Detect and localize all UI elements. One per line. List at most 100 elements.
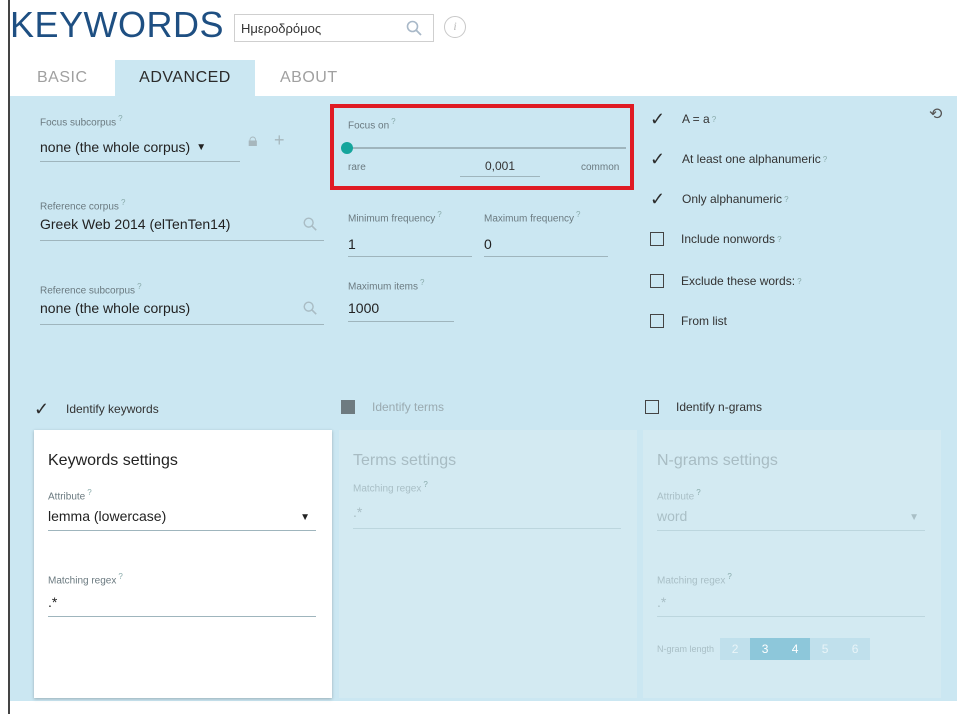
help-mark: ? <box>727 572 732 581</box>
focus-subcorpus-select[interactable]: none (the whole corpus) ▼ <box>40 134 206 160</box>
identify-terms: Identify terms <box>341 400 444 414</box>
help-mark[interactable]: ? <box>777 235 781 244</box>
help-mark[interactable]: ? <box>712 115 716 124</box>
regex-label: Matching regex <box>353 483 422 495</box>
option-label: From list <box>681 314 727 328</box>
identify-terms-label: Identify terms <box>372 400 445 414</box>
checkmark-icon[interactable]: ✓ <box>650 150 670 168</box>
option-from-list[interactable]: From list <box>650 314 727 328</box>
ngram-length-option: 5 <box>810 638 841 660</box>
ngram-length-option: 4 <box>780 638 811 660</box>
help-mark[interactable]: ? <box>576 210 580 219</box>
option-only-alnum[interactable]: ✓ Only alphanumeric? <box>650 190 789 208</box>
help-mark[interactable]: ? <box>118 114 122 123</box>
search-icon[interactable] <box>302 300 318 316</box>
help-mark[interactable]: ? <box>118 572 122 581</box>
help-mark[interactable]: ? <box>784 195 788 204</box>
checkmark-icon[interactable]: ✓ <box>650 110 670 128</box>
checkmark-icon[interactable]: ✓ <box>34 400 54 418</box>
checkbox[interactable] <box>650 232 664 246</box>
option-case-insensitive[interactable]: ✓ A = a? <box>650 110 716 128</box>
add-icon[interactable]: + <box>274 130 285 151</box>
focus-subcorpus-value: none (the whole corpus) <box>40 139 191 155</box>
search-box[interactable] <box>234 14 434 42</box>
help-mark[interactable]: ? <box>823 155 827 164</box>
ngram-length-option: 3 <box>750 638 781 660</box>
focus-slider-handle[interactable] <box>341 142 353 154</box>
option-include-nonwords[interactable]: Include nonwords? <box>650 232 782 246</box>
option-label: Only alphanumeric <box>682 192 783 206</box>
chevron-down-icon[interactable]: ▼ <box>196 142 206 153</box>
chevron-down-icon[interactable]: ▼ <box>300 512 310 523</box>
field-underline <box>657 530 925 531</box>
keywords-settings-card: Keywords settings Attribute? lemma (lowe… <box>34 430 332 698</box>
tab-advanced[interactable]: ADVANCED <box>115 60 255 96</box>
checkbox[interactable] <box>650 274 664 288</box>
field-underline <box>48 616 316 617</box>
focus-on-label: Focus on <box>348 120 390 132</box>
regex-input[interactable]: .* <box>48 594 57 610</box>
attribute-label: Attribute <box>657 491 695 503</box>
option-at-least-one-alnum[interactable]: ✓ At least one alphanumeric? <box>650 150 827 168</box>
identify-ngrams[interactable]: Identify n-grams <box>645 400 762 414</box>
min-frequency-input[interactable]: 1 <box>348 236 356 252</box>
checkbox[interactable] <box>650 314 664 328</box>
search-input[interactable] <box>235 15 395 41</box>
ngram-length-label: N-gram length <box>657 644 715 654</box>
field-underline <box>40 161 240 162</box>
reference-subcorpus-label: Reference subcorpus <box>40 285 136 297</box>
field-underline <box>353 528 621 529</box>
help-mark[interactable]: ? <box>437 210 441 219</box>
search-icon[interactable] <box>405 19 423 37</box>
help-mark[interactable]: ? <box>87 488 91 497</box>
regex-input: .* <box>657 594 667 610</box>
identify-keywords[interactable]: ✓ Identify keywords <box>34 400 159 418</box>
regex-label: Matching regex <box>48 575 117 587</box>
focus-on-value[interactable]: 0,001 <box>460 159 540 173</box>
card-title: N-grams settings <box>657 452 778 469</box>
min-frequency-label: Minimum frequency <box>348 213 436 225</box>
regex-input: .* <box>353 504 363 520</box>
attribute-select[interactable]: lemma (lowercase) ▼ <box>48 508 316 532</box>
help-mark[interactable]: ? <box>420 278 424 287</box>
reference-corpus-label: Reference corpus <box>40 201 119 213</box>
reference-subcorpus-field: Reference subcorpus? none (the whole cor… <box>40 282 324 330</box>
option-label: A = a <box>682 112 710 126</box>
checkbox[interactable] <box>645 400 659 414</box>
slider-max-label: common <box>581 162 620 173</box>
search-icon[interactable] <box>302 216 318 232</box>
ngram-length-selector: N-gram length 2 3 4 5 6 <box>657 638 871 660</box>
info-icon[interactable]: i <box>444 16 466 38</box>
identify-ngrams-label: Identify n-grams <box>676 400 763 414</box>
reference-corpus-value[interactable]: Greek Web 2014 (elTenTen14) <box>40 216 230 232</box>
attribute-select: word ▼ <box>657 508 925 530</box>
field-underline <box>484 256 608 257</box>
help-mark: ? <box>423 480 428 489</box>
field-underline <box>40 324 324 325</box>
help-mark[interactable]: ? <box>121 198 125 207</box>
attribute-value: word <box>657 508 688 524</box>
max-frequency-input[interactable]: 0 <box>484 236 492 252</box>
reference-subcorpus-value[interactable]: none (the whole corpus) <box>40 300 190 316</box>
help-mark[interactable]: ? <box>137 282 141 291</box>
help-mark[interactable]: ? <box>391 117 395 126</box>
checkmark-icon[interactable]: ✓ <box>650 190 670 208</box>
slider-min-label: rare <box>348 162 366 173</box>
option-exclude-words[interactable]: Exclude these words:? <box>650 274 802 288</box>
ngram-length-option: 6 <box>840 638 871 660</box>
reference-corpus-field: Reference corpus? Greek Web 2014 (elTenT… <box>40 198 324 246</box>
focus-subcorpus-label: Focus subcorpus <box>40 117 117 129</box>
option-label: Exclude these words: <box>681 274 796 288</box>
tab-basic[interactable]: BASIC <box>37 60 97 96</box>
reset-icon[interactable]: ⟲ <box>929 104 942 124</box>
max-items-label: Maximum items <box>348 281 419 293</box>
max-items-input[interactable]: 1000 <box>348 300 379 316</box>
card-title: Terms settings <box>353 452 457 469</box>
help-mark[interactable]: ? <box>797 277 801 286</box>
lock-icon[interactable]: 🔒︎ <box>248 130 258 151</box>
field-underline <box>348 321 454 322</box>
card-title: Keywords settings <box>48 452 178 469</box>
focus-slider-track[interactable] <box>348 147 626 149</box>
app-title: KEYWORDS <box>10 4 225 45</box>
tab-about[interactable]: ABOUT <box>280 60 350 96</box>
